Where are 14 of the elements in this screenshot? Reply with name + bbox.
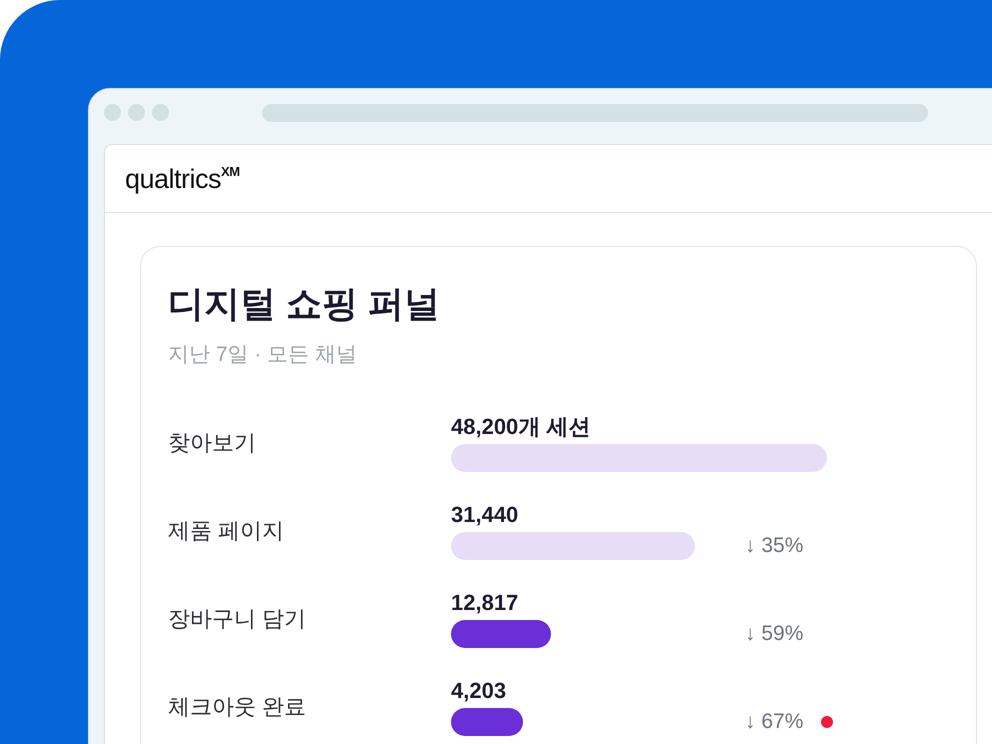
- stage-count: 31,440: [451, 502, 518, 528]
- stage-label: 체크아웃 완료: [168, 693, 306, 721]
- stage-label: 찾아보기: [168, 429, 256, 457]
- logo: qualtrics$^{XM}$: [125, 162, 240, 194]
- card-title: 디지털 쇼핑 퍼널: [168, 282, 440, 326]
- stage-count: 4,203: [451, 678, 506, 704]
- drop-rate: ↓ 35%: [745, 533, 804, 559]
- stage-count: 48,200개 세션: [451, 414, 590, 440]
- drop-rate: ↓ 59%: [745, 621, 804, 647]
- drop-rate: ↓ 67%: [745, 709, 804, 735]
- stage-label: 제품 페이지: [168, 517, 284, 545]
- card-subtitle: 지난 7일 · 모든 채널: [168, 342, 358, 368]
- stage-label: 장바구니 담기: [168, 605, 306, 633]
- stage-count: 12,817: [451, 590, 518, 616]
